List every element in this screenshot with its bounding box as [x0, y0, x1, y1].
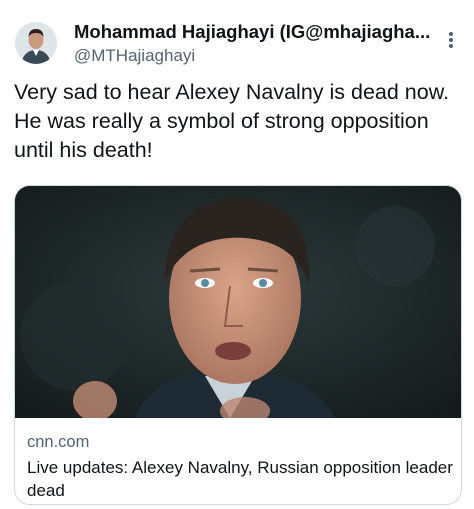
link-card-domain: cnn.com	[27, 433, 90, 451]
avatar-image	[15, 22, 57, 64]
author-handle[interactable]: @MTHajiaghayi	[74, 45, 195, 67]
avatar[interactable]	[15, 22, 57, 64]
link-card-image[interactable]	[15, 186, 461, 418]
author-display-name[interactable]: Mohammad Hajiaghayi (IG@mhajiagha...	[74, 21, 434, 43]
more-options-button[interactable]	[440, 28, 462, 52]
link-card-title: Live updates: Alexey Navalny, Russian op…	[27, 458, 453, 500]
tweet-text: Very sad to hear Alexey Navalny is dead …	[14, 80, 450, 162]
news-photo	[15, 186, 461, 418]
link-card[interactable]: cnn.com Live updates: Alexey Navalny, Ru…	[14, 185, 462, 505]
more-vertical-icon	[449, 32, 453, 48]
